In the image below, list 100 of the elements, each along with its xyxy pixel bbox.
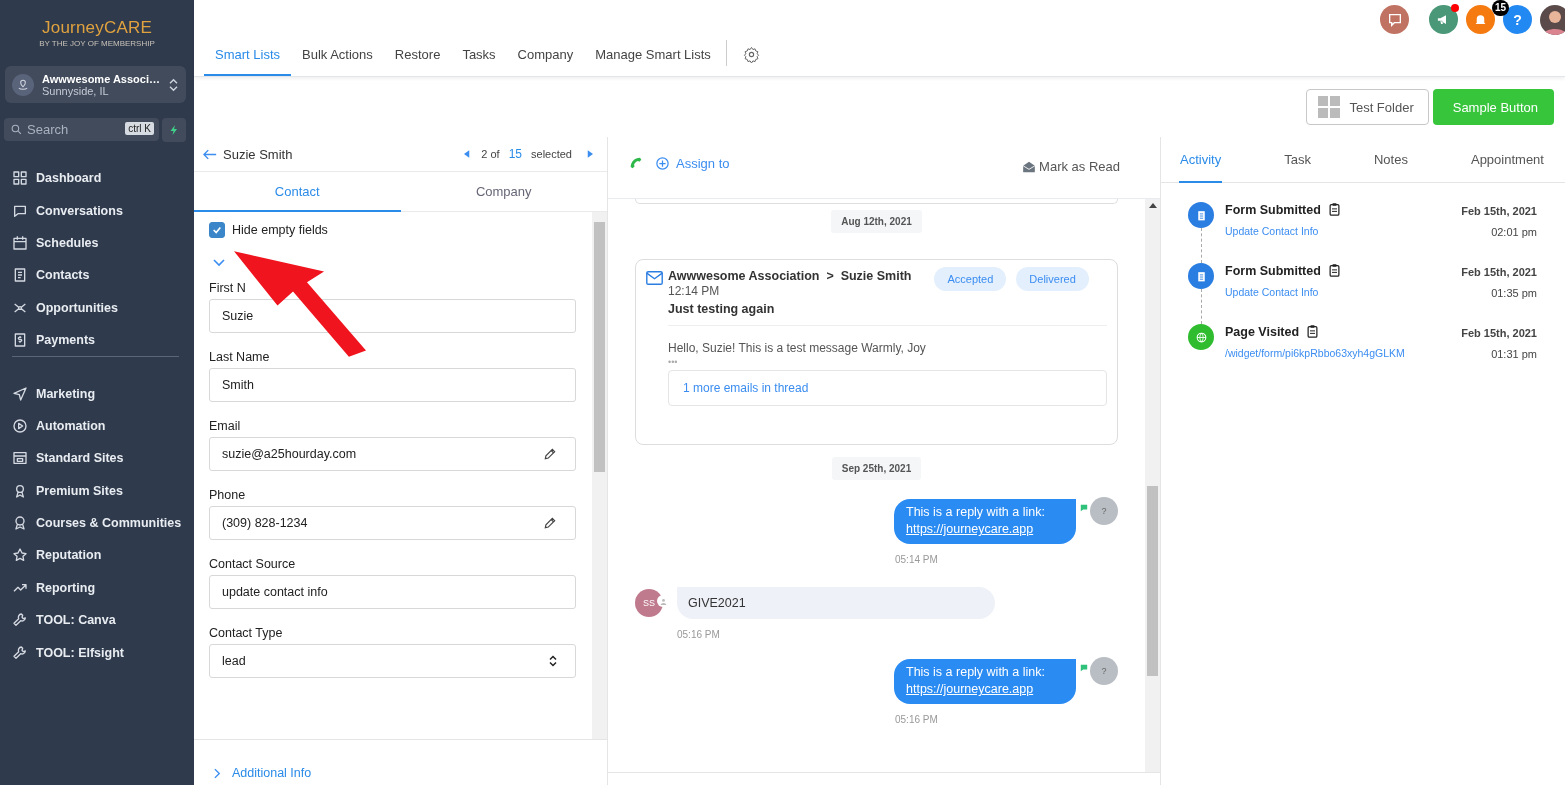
event-link[interactable]: Update Contact Info xyxy=(1225,225,1451,237)
folder-button[interactable]: Test Folder xyxy=(1306,89,1429,125)
announcements-button[interactable] xyxy=(1429,5,1458,34)
email-route: Awwwesome Association > Suzie Smith xyxy=(668,269,912,283)
panel-tab[interactable]: Company xyxy=(400,172,607,212)
window-icon xyxy=(12,450,28,467)
form-icon xyxy=(1188,202,1214,228)
nav-item[interactable]: Automation xyxy=(12,409,194,443)
clipboard-icon[interactable] xyxy=(1326,263,1342,278)
activity-tab[interactable]: Activity xyxy=(1179,137,1223,183)
nav-tab[interactable]: Tasks xyxy=(451,47,507,76)
section-toggle[interactable]: Additional Info xyxy=(214,766,312,780)
pager-total: 15 xyxy=(508,147,522,161)
activity-tab[interactable]: Notes xyxy=(1372,137,1409,183)
input-field[interactable]: (309) 828-1234 xyxy=(209,506,576,540)
previous-icon[interactable] xyxy=(464,150,471,158)
next-icon[interactable] xyxy=(587,150,593,158)
input-field[interactable]: Smith xyxy=(209,368,576,402)
grid-icon xyxy=(12,170,28,187)
chevron-down-icon[interactable] xyxy=(213,259,225,267)
input-field[interactable]: update contact info xyxy=(209,575,576,609)
event-title: Form Submitted xyxy=(1225,202,1321,217)
nav-item[interactable]: Reporting xyxy=(12,571,194,605)
panel-tab[interactable]: Contact xyxy=(194,172,401,212)
nav-item[interactable]: Payments xyxy=(12,323,194,357)
scroll-up-icon[interactable] xyxy=(1148,203,1157,208)
nav-tab[interactable]: Company xyxy=(506,47,585,76)
message-text: This is a reply with a link: xyxy=(906,665,1046,679)
email-subject: Just testing again xyxy=(668,302,1107,326)
nav-item[interactable]: Opportunities xyxy=(12,291,194,324)
scrollbar-thumb[interactable] xyxy=(594,222,605,472)
account-switcher[interactable]: Awwwesome Associ… Sunnyside, IL xyxy=(5,66,186,103)
chat-icon[interactable] xyxy=(1380,5,1409,34)
checkbox-label: Hide empty fields xyxy=(232,223,328,237)
wrench-icon xyxy=(12,612,28,629)
event-date: Feb 15th, 2021 xyxy=(1461,266,1537,278)
nav-item[interactable]: Marketing xyxy=(12,377,194,410)
nav-item[interactable]: Standard Sites xyxy=(12,442,194,475)
activity-tab[interactable]: Task xyxy=(1283,137,1312,183)
chevron-updown-icon xyxy=(169,77,178,92)
clipboard-icon[interactable] xyxy=(1326,202,1342,217)
date-chip: Sep 25th, 2021 xyxy=(831,457,922,480)
scrollbar[interactable] xyxy=(1145,199,1160,772)
wrench-icon xyxy=(12,644,28,661)
nav-item[interactable]: Courses & Communities xyxy=(12,506,194,540)
nav-item[interactable]: Conversations xyxy=(12,194,194,227)
sender-avatar: ? xyxy=(1090,497,1118,525)
send-icon xyxy=(12,385,28,402)
input-field[interactable]: Suzie xyxy=(209,299,576,333)
select-field[interactable]: lead xyxy=(209,644,576,678)
status-badge: Accepted xyxy=(934,267,1007,291)
thread-link[interactable]: 1 more emails in thread xyxy=(668,370,1107,406)
email-body: Hello, Suzie! This is a test message Warmly, Joy xyxy=(668,341,927,355)
pencil-icon xyxy=(543,516,557,530)
mark-read-button[interactable]: Mark as Read xyxy=(1022,159,1120,174)
logo-tagline: BY THE JOY OF MEMBERSHIP xyxy=(39,39,155,48)
nav-tab[interactable]: Restore xyxy=(383,47,452,76)
nav-tab[interactable]: Manage Smart Lists xyxy=(584,47,722,76)
envelope-icon xyxy=(646,271,663,285)
nav-item[interactable]: TOOL: Elfsight xyxy=(12,636,194,669)
nav-item[interactable]: Contacts xyxy=(12,259,194,292)
nav-tab[interactable]: Bulk Actions xyxy=(291,47,384,76)
plus-circle-icon xyxy=(655,155,670,171)
field-label: Email xyxy=(209,419,242,433)
clipboard-icon[interactable] xyxy=(1305,324,1321,339)
field-label: First N xyxy=(209,281,247,295)
input-field[interactable]: suzie@a25hourday.com xyxy=(209,437,576,471)
status-badge: Delivered xyxy=(1016,267,1089,291)
field-label: Contact Source xyxy=(209,557,297,571)
nav-item[interactable]: TOOL: Canva xyxy=(12,604,194,637)
bell-icon[interactable] xyxy=(1466,5,1495,34)
event-title: Page Visited xyxy=(1225,324,1300,339)
message-text: This is a reply with a link: xyxy=(906,505,1046,519)
nav-item[interactable]: Reputation xyxy=(12,539,194,572)
pencil-icon xyxy=(543,447,557,461)
scrollbar[interactable] xyxy=(592,212,607,739)
message-bubble: GIVE2021 xyxy=(677,587,995,619)
user-avatar[interactable] xyxy=(1540,5,1565,35)
event-link[interactable]: Update Contact Info xyxy=(1225,286,1451,298)
search-icon xyxy=(10,123,23,136)
nav-item[interactable]: Schedules xyxy=(12,226,194,260)
nav-item[interactable]: Dashboard xyxy=(12,162,194,195)
contact-avatar: SS xyxy=(635,589,663,617)
scrollbar-thumb[interactable] xyxy=(1147,486,1158,676)
phone-icon[interactable] xyxy=(628,155,644,171)
nav-item[interactable]: Premium Sites xyxy=(12,474,194,507)
message-time: 05:14 PM xyxy=(895,554,938,565)
event-date: Feb 15th, 2021 xyxy=(1461,327,1537,339)
nav-tab[interactable]: Smart Lists xyxy=(204,47,291,76)
back-arrow-icon xyxy=(203,148,217,160)
event-link[interactable]: /widget/form/pi6kpRbbo63xyh4gGLKM xyxy=(1225,347,1451,359)
sms-icon xyxy=(1078,502,1090,514)
checkbox[interactable] xyxy=(209,222,225,238)
event-date: Feb 15th, 2021 xyxy=(1461,205,1537,217)
assign-button[interactable]: Assign to xyxy=(655,155,730,171)
message-time: 05:16 PM xyxy=(895,714,938,725)
activity-tab[interactable]: Appointment xyxy=(1469,137,1545,183)
back-link[interactable]: Suzie Smith xyxy=(203,146,293,162)
dollar-icon xyxy=(12,332,28,349)
quick-action-button[interactable] xyxy=(162,118,186,142)
